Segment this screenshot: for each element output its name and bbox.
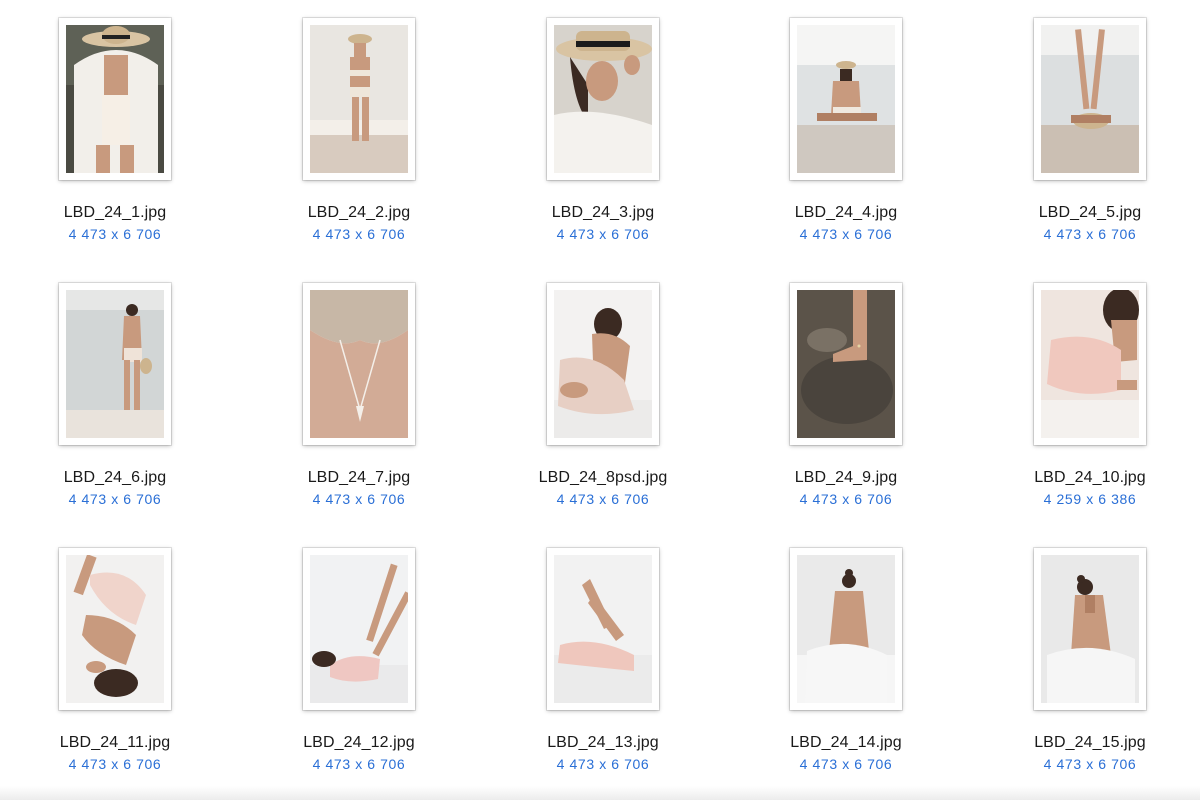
file-item[interactable]: LBD_24_6.jpg 4 473 x 6 706 [15,283,215,523]
file-dimensions: 4 473 x 6 706 [68,491,162,507]
file-thumbnail[interactable] [547,283,659,445]
file-item[interactable]: LBD_24_15.jpg 4 473 x 6 706 [990,548,1190,788]
file-thumbnail[interactable] [303,283,415,445]
file-dimensions: 4 473 x 6 706 [312,756,406,772]
file-thumbnail[interactable] [547,18,659,180]
thumbnail-image [310,555,408,703]
file-dimensions: 4 473 x 6 706 [68,756,162,772]
file-dimensions: 4 473 x 6 706 [799,491,893,507]
thumbnail-image [66,555,164,703]
file-item[interactable]: LBD_24_13.jpg 4 473 x 6 706 [503,548,703,788]
file-dimensions: 4 473 x 6 706 [556,756,650,772]
file-thumbnail[interactable] [1034,283,1146,445]
file-item[interactable]: LBD_24_11.jpg 4 473 x 6 706 [15,548,215,788]
thumbnail-image [66,290,164,438]
file-name[interactable]: LBD_24_11.jpg [15,734,215,752]
file-dimensions: 4 473 x 6 706 [799,226,893,242]
file-item[interactable]: LBD_24_12.jpg 4 473 x 6 706 [259,548,459,788]
file-thumbnail[interactable] [1034,548,1146,710]
file-dimensions: 4 473 x 6 706 [68,226,162,242]
file-name[interactable]: LBD_24_15.jpg [990,734,1190,752]
file-item[interactable]: LBD_24_7.jpg 4 473 x 6 706 [259,283,459,523]
thumbnail-image [310,290,408,438]
file-dimensions: 4 473 x 6 706 [799,756,893,772]
thumbnail-image [797,290,895,438]
file-name[interactable]: LBD_24_4.jpg [746,204,946,222]
thumbnail-image [1041,555,1139,703]
file-name[interactable]: LBD_24_8psd.jpg [503,469,703,487]
file-name[interactable]: LBD_24_1.jpg [15,204,215,222]
file-item[interactable]: LBD_24_4.jpg 4 473 x 6 706 [746,18,946,258]
file-thumbnail[interactable] [59,283,171,445]
file-name[interactable]: LBD_24_5.jpg [990,204,1190,222]
thumbnail-image [554,25,652,173]
file-item[interactable]: LBD_24_9.jpg 4 473 x 6 706 [746,283,946,523]
file-dimensions: 4 259 x 6 386 [1043,491,1137,507]
file-thumbnail[interactable] [790,548,902,710]
file-name[interactable]: LBD_24_3.jpg [503,204,703,222]
file-thumbnail[interactable] [790,18,902,180]
file-thumbnail[interactable] [59,548,171,710]
bottom-edge [0,786,1200,800]
file-dimensions: 4 473 x 6 706 [556,226,650,242]
thumbnail-image [554,290,652,438]
thumbnail-image [1041,290,1139,438]
file-name[interactable]: LBD_24_2.jpg [259,204,459,222]
file-item[interactable]: LBD_24_10.jpg 4 259 x 6 386 [990,283,1190,523]
file-item[interactable]: LBD_24_14.jpg 4 473 x 6 706 [746,548,946,788]
file-item[interactable]: LBD_24_5.jpg 4 473 x 6 706 [990,18,1190,258]
file-dimensions: 4 473 x 6 706 [312,491,406,507]
file-dimensions: 4 473 x 6 706 [556,491,650,507]
file-item[interactable]: LBD_24_1.jpg 4 473 x 6 706 [15,18,215,258]
file-name[interactable]: LBD_24_9.jpg [746,469,946,487]
file-dimensions: 4 473 x 6 706 [1043,756,1137,772]
file-thumbnail[interactable] [303,18,415,180]
file-thumbnail[interactable] [547,548,659,710]
thumbnail-image [554,555,652,703]
thumbnail-image [66,25,164,173]
file-thumbnail[interactable] [790,283,902,445]
file-thumbnail[interactable] [1034,18,1146,180]
file-thumbnail[interactable] [59,18,171,180]
file-name[interactable]: LBD_24_6.jpg [15,469,215,487]
thumbnail-image [1041,25,1139,173]
file-grid: LBD_24_1.jpg 4 473 x 6 706 LBD_24_2.jpg 4 … [0,0,1200,800]
file-name[interactable]: LBD_24_12.jpg [259,734,459,752]
thumbnail-image [797,555,895,703]
file-dimensions: 4 473 x 6 706 [1043,226,1137,242]
file-item[interactable]: LBD_24_3.jpg 4 473 x 6 706 [503,18,703,258]
thumbnail-image [310,25,408,173]
file-item[interactable]: LBD_24_2.jpg 4 473 x 6 706 [259,18,459,258]
file-item[interactable]: LBD_24_8psd.jpg 4 473 x 6 706 [503,283,703,523]
file-name[interactable]: LBD_24_10.jpg [990,469,1190,487]
thumbnail-image [797,25,895,173]
file-name[interactable]: LBD_24_13.jpg [503,734,703,752]
file-dimensions: 4 473 x 6 706 [312,226,406,242]
file-name[interactable]: LBD_24_14.jpg [746,734,946,752]
file-name[interactable]: LBD_24_7.jpg [259,469,459,487]
file-thumbnail[interactable] [303,548,415,710]
